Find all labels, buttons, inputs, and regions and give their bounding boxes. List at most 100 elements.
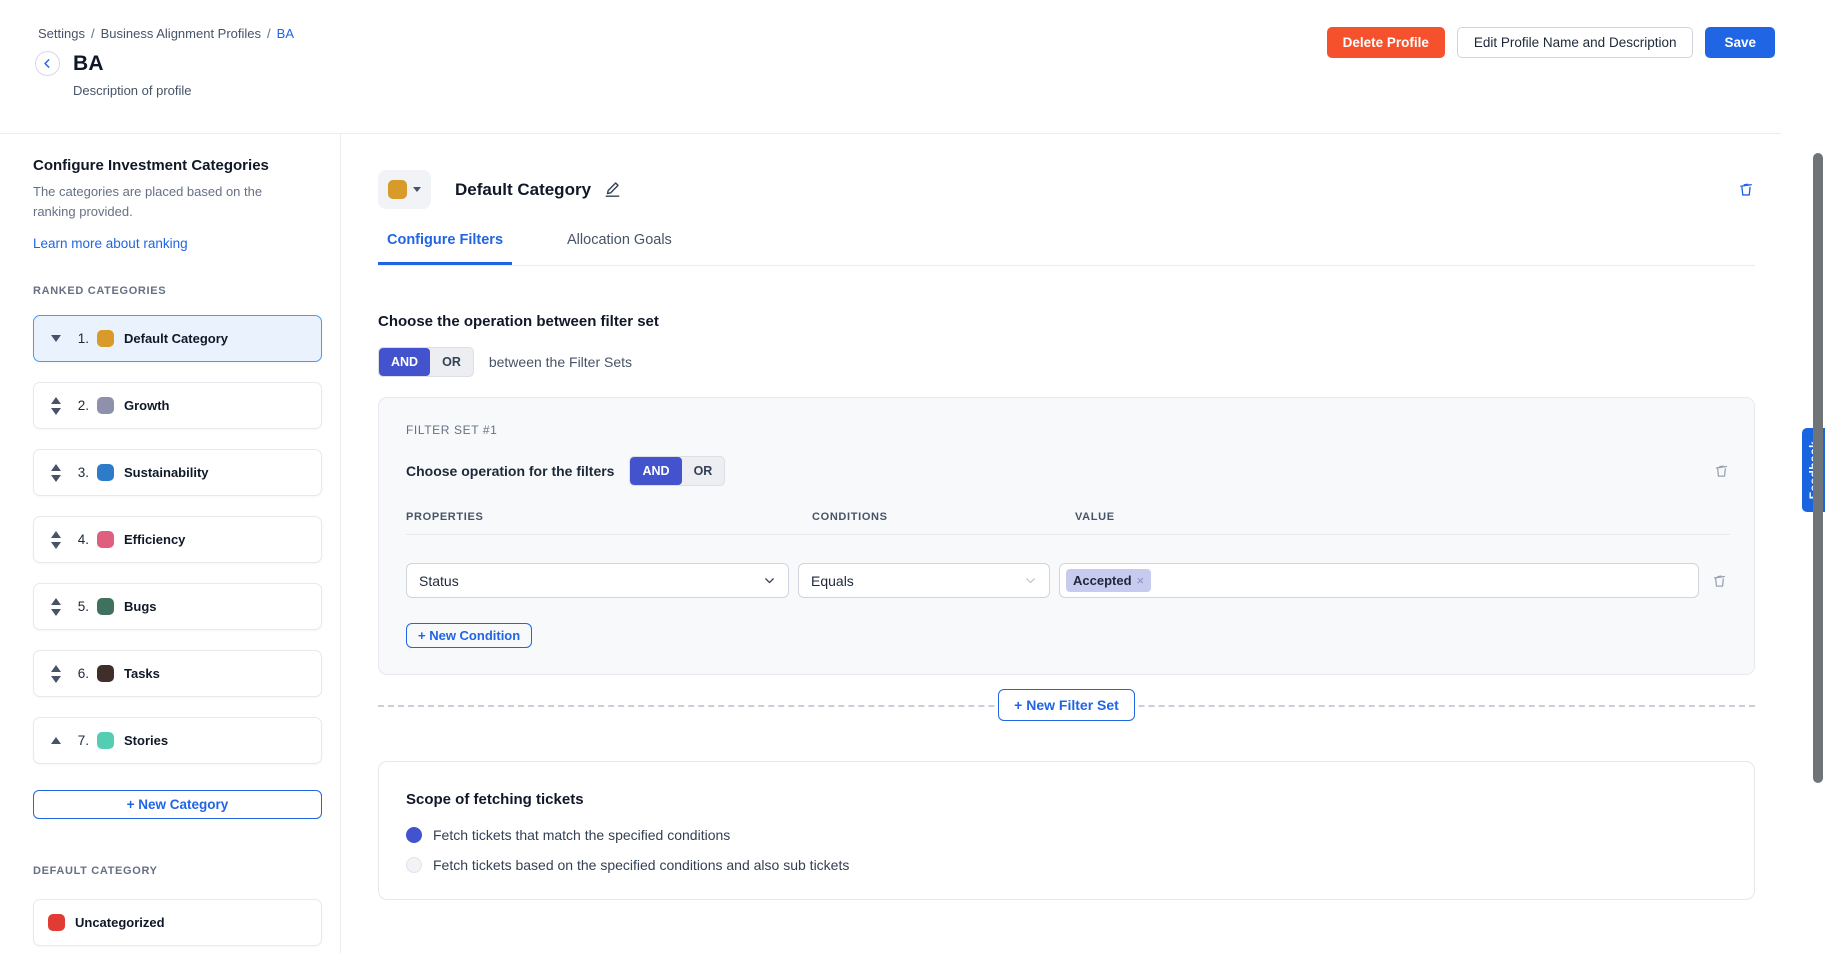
category-name: Stories	[124, 733, 168, 748]
value-chip-label: Accepted	[1073, 573, 1132, 588]
move-up-icon[interactable]	[51, 397, 61, 404]
back-button[interactable]	[35, 51, 60, 76]
sidebar-item-default-category[interactable]: 1. Default Category	[33, 315, 322, 362]
breadcrumb-separator	[267, 26, 271, 41]
breadcrumb-business-alignment-profiles[interactable]: Business Alignment Profiles	[101, 26, 261, 41]
delete-profile-button[interactable]: Delete Profile	[1327, 27, 1445, 58]
column-header-divider	[406, 534, 1730, 535]
scope-card: Scope of fetching tickets Fetch tickets …	[378, 761, 1755, 900]
properties-column-header: PROPERTIES	[406, 511, 789, 523]
remove-value-icon[interactable]	[1137, 573, 1145, 588]
category-color-swatch	[97, 531, 114, 548]
sidebar-item-efficiency[interactable]: 4. Efficiency	[33, 516, 322, 563]
category-title: Default Category	[455, 180, 591, 200]
scrollbar-thumb[interactable]	[1813, 153, 1823, 783]
condition-row-actions	[1708, 572, 1730, 590]
chevron-down-icon	[763, 574, 776, 587]
category-color-swatch	[48, 914, 65, 931]
default-category-label: DEFAULT CATEGORY	[33, 865, 322, 877]
category-color-swatch	[97, 397, 114, 414]
sidebar-item-bugs[interactable]: 5. Bugs	[33, 583, 322, 630]
between-filter-sets-text: between the Filter Sets	[489, 354, 632, 370]
move-down-icon[interactable]	[51, 609, 61, 616]
conditions-column-header: CONDITIONS	[798, 511, 1050, 523]
category-color-swatch	[97, 665, 114, 682]
filter-operator-toggle: AND OR	[629, 456, 725, 486]
filter-set-operator-toggle: AND OR	[378, 347, 474, 377]
category-color-swatch	[97, 598, 114, 615]
reorder-icons	[48, 397, 64, 415]
category-name: Tasks	[124, 666, 160, 681]
move-up-icon[interactable]	[51, 737, 61, 744]
and-toggle[interactable]: AND	[379, 348, 430, 376]
radio-selected-icon[interactable]	[406, 827, 422, 843]
ranked-category-list: 1. Default Category 2. Growth	[33, 315, 322, 764]
scope-heading: Scope of fetching tickets	[406, 791, 1727, 808]
or-toggle[interactable]: OR	[430, 348, 473, 376]
sidebar-subtitle: The categories are placed based on the r…	[33, 182, 285, 222]
arrow-left-icon	[41, 57, 54, 70]
sidebar-item-growth[interactable]: 2. Growth	[33, 382, 322, 429]
reorder-icons	[48, 665, 64, 683]
tab-allocation-goals[interactable]: Allocation Goals	[558, 232, 681, 265]
save-button[interactable]: Save	[1705, 27, 1775, 58]
category-name: Efficiency	[124, 532, 185, 547]
delete-category-icon[interactable]	[1737, 180, 1755, 199]
ranked-categories-label: RANKED CATEGORIES	[33, 285, 322, 297]
breadcrumb-settings[interactable]: Settings	[38, 26, 85, 41]
filter-operation-row: Choose operation for the filters AND OR	[406, 456, 1730, 486]
scope-option-include-sub-tickets[interactable]: Fetch tickets based on the specified con…	[406, 857, 1727, 873]
and-toggle[interactable]: AND	[630, 457, 681, 485]
tab-bar: Configure Filters Allocation Goals	[378, 232, 1755, 266]
category-color-dropdown[interactable]	[378, 170, 431, 209]
move-down-icon[interactable]	[51, 408, 61, 415]
category-color-swatch	[97, 464, 114, 481]
category-rank: 5.	[73, 599, 89, 614]
category-name: Bugs	[124, 599, 157, 614]
category-color-swatch	[388, 180, 407, 199]
category-rank: 6.	[73, 666, 89, 681]
category-rank: 2.	[73, 398, 89, 413]
breadcrumb-separator	[91, 26, 95, 41]
sidebar-item-sustainability[interactable]: 3. Sustainability	[33, 449, 322, 496]
move-down-icon[interactable]	[51, 335, 61, 342]
filter-set-card: FILTER SET #1 Choose operation for the f…	[378, 397, 1755, 675]
filter-set-title: FILTER SET #1	[406, 423, 1730, 437]
scope-option-match-conditions[interactable]: Fetch tickets that match the specified c…	[406, 827, 1727, 843]
reorder-icons	[48, 335, 64, 342]
scope-option-label: Fetch tickets based on the specified con…	[433, 857, 849, 873]
new-filter-set-row: + New Filter Set	[378, 689, 1755, 720]
category-rank: 4.	[73, 532, 89, 547]
edit-icon[interactable]	[603, 180, 622, 199]
delete-condition-icon[interactable]	[1711, 572, 1728, 590]
sidebar-item-uncategorized[interactable]: Uncategorized	[33, 899, 322, 946]
learn-more-link[interactable]: Learn more about ranking	[33, 236, 188, 251]
radio-unselected-icon[interactable]	[406, 857, 422, 873]
condition-select[interactable]: Equals	[798, 563, 1050, 598]
move-down-icon[interactable]	[51, 475, 61, 482]
move-up-icon[interactable]	[51, 598, 61, 605]
sidebar-item-stories[interactable]: 7. Stories	[33, 717, 322, 764]
new-filter-set-button[interactable]: + New Filter Set	[998, 689, 1135, 721]
page-description: Description of profile	[73, 83, 1781, 98]
edit-profile-button[interactable]: Edit Profile Name and Description	[1457, 27, 1694, 58]
or-toggle[interactable]: OR	[682, 457, 725, 485]
sidebar-item-tasks[interactable]: 6. Tasks	[33, 650, 322, 697]
value-input[interactable]: Accepted	[1059, 563, 1699, 598]
new-condition-button[interactable]: + New Condition	[406, 623, 532, 648]
page-body: Configure Investment Categories The cate…	[0, 134, 1825, 953]
reorder-icons	[48, 464, 64, 482]
tab-configure-filters[interactable]: Configure Filters	[378, 232, 512, 265]
reorder-icons	[48, 737, 64, 744]
move-down-icon[interactable]	[51, 542, 61, 549]
property-select[interactable]: Status	[406, 563, 789, 598]
new-category-button[interactable]: + New Category	[33, 790, 322, 819]
move-up-icon[interactable]	[51, 665, 61, 672]
move-up-icon[interactable]	[51, 531, 61, 538]
scope-option-label: Fetch tickets that match the specified c…	[433, 827, 730, 843]
move-down-icon[interactable]	[51, 676, 61, 683]
category-rank: 3.	[73, 465, 89, 480]
page-header: Settings Business Alignment Profiles BA …	[0, 0, 1781, 134]
delete-filter-set-icon[interactable]	[1713, 462, 1730, 480]
move-up-icon[interactable]	[51, 464, 61, 471]
